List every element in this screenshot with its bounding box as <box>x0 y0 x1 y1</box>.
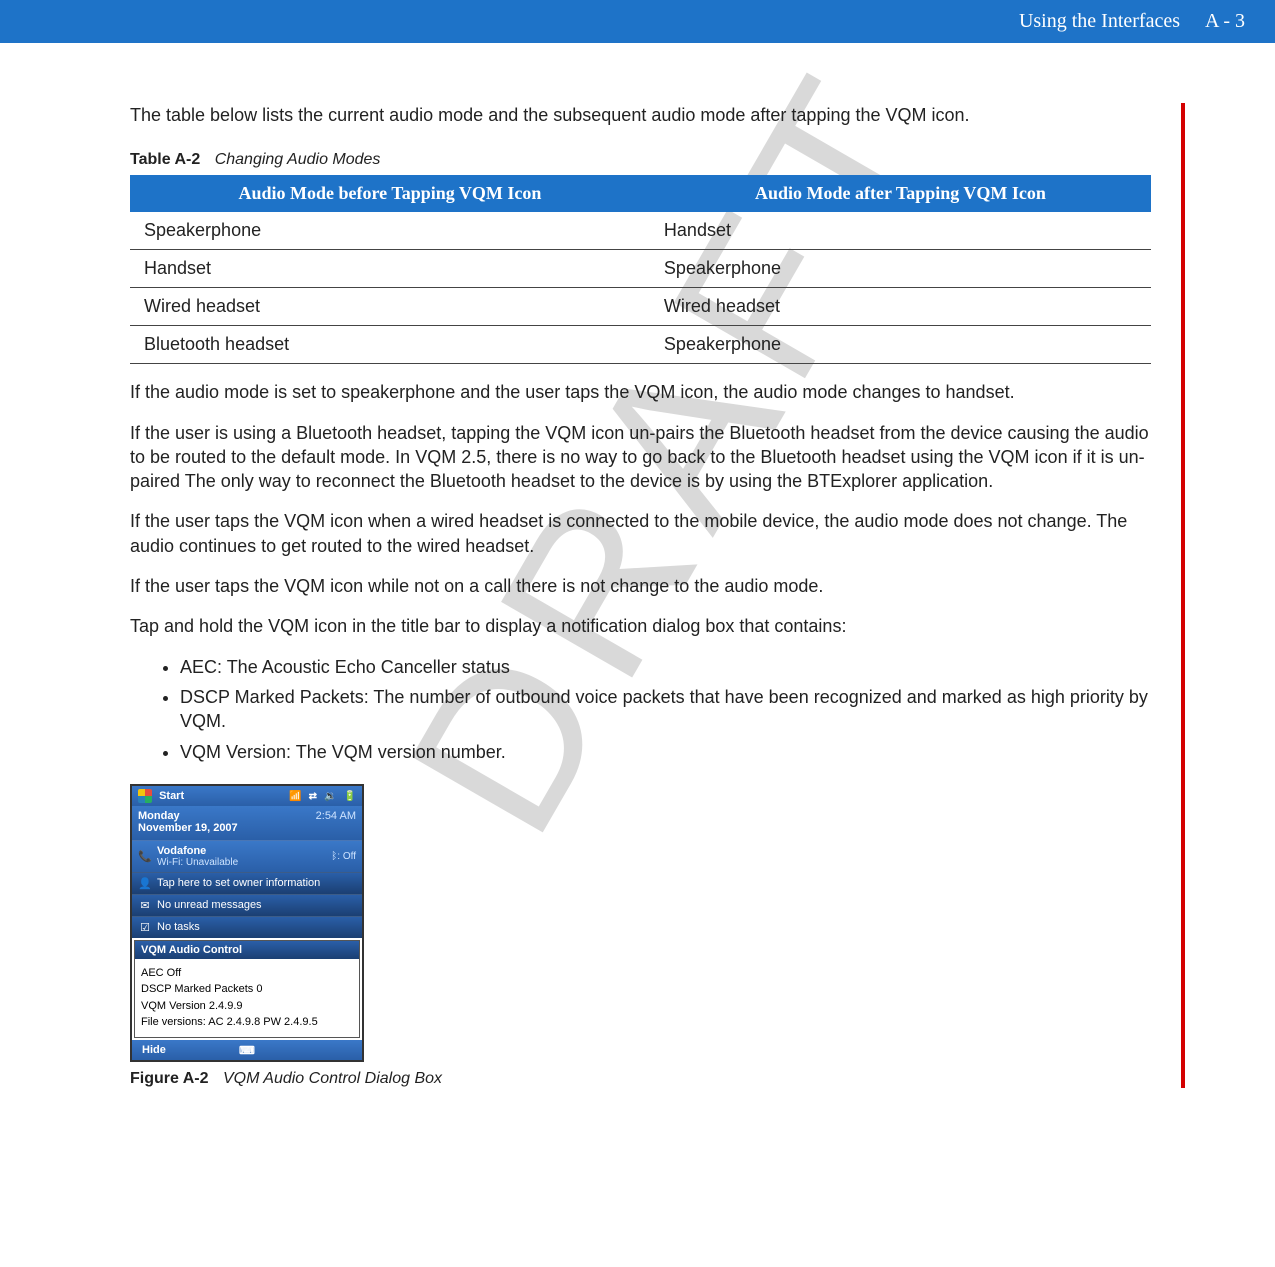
col-header-after: Audio Mode after Tapping VQM Icon <box>650 175 1151 212</box>
dialog-line: VQM Version 2.4.9.9 <box>141 998 353 1015</box>
table-row: Bluetooth headset Speakerphone <box>130 326 1151 364</box>
device-owner-row[interactable]: 👤 Tap here to set owner information <box>132 872 362 894</box>
paragraph: If the user is using a Bluetooth headset… <box>130 421 1151 494</box>
list-item: VQM Version: The VQM version number. <box>180 740 1151 764</box>
signal-icon: 📶 <box>289 791 301 802</box>
dialog-line: DSCP Marked Packets 0 <box>141 981 353 998</box>
bt-status: : Off <box>337 851 356 862</box>
network-icon: ⇄ <box>309 791 317 802</box>
list-item: DSCP Marked Packets: The number of outbo… <box>180 685 1151 734</box>
softkey-hide[interactable]: Hide <box>142 1044 166 1056</box>
vqm-dialog: VQM Audio Control AEC Off DSCP Marked Pa… <box>134 940 360 1038</box>
person-icon: 👤 <box>138 877 152 890</box>
keyboard-icon[interactable]: ⌨ <box>239 1044 255 1057</box>
phone-icon: 📞 <box>138 850 152 863</box>
tasks-text: No tasks <box>157 921 200 933</box>
carrier-name: Vodafone <box>157 845 331 857</box>
intro-paragraph: The table below lists the current audio … <box>130 103 1151 127</box>
page-header: Using the Interfaces A - 3 <box>0 0 1275 43</box>
start-label: Start <box>159 790 184 802</box>
cell-before: Speakerphone <box>130 212 650 250</box>
paragraph: If the user taps the VQM icon when a wir… <box>130 509 1151 558</box>
header-page-number: A - 3 <box>1205 10 1245 32</box>
header-section: Using the Interfaces <box>1019 10 1180 32</box>
device-start-bar[interactable]: Start 📶 ⇄ 🔉 🔋 <box>132 786 362 806</box>
battery-icon: 🔋 <box>344 791 356 802</box>
figure-title: VQM Audio Control Dialog Box <box>223 1070 442 1087</box>
figure-label: Figure A-2 <box>130 1070 209 1087</box>
wifi-status: Wi-Fi: Unavailable <box>157 857 331 868</box>
mail-icon: ✉ <box>138 899 152 912</box>
table-title: Changing Audio Modes <box>215 151 381 168</box>
device-screenshot: Start 📶 ⇄ 🔉 🔋 2:54 AM Monday November 19… <box>130 784 364 1062</box>
device-carrier-row[interactable]: 📞 Vodafone Wi-Fi: Unavailable ᛒ : Off <box>132 840 362 872</box>
dialog-line: AEC Off <box>141 965 353 982</box>
messages-text: No unread messages <box>157 899 262 911</box>
bullet-list: AEC: The Acoustic Echo Canceller status … <box>130 655 1151 764</box>
tasks-icon: ☑ <box>138 921 152 934</box>
paragraph: If the user taps the VQM icon while not … <box>130 574 1151 598</box>
status-icons: 📶 ⇄ 🔉 🔋 <box>285 790 356 802</box>
device-softkey-bar: Hide ⌨ <box>132 1040 362 1060</box>
table-row: Wired headset Wired headset <box>130 288 1151 326</box>
dialog-title: VQM Audio Control <box>135 941 359 959</box>
cell-after: Speakerphone <box>650 326 1151 364</box>
cell-before: Bluetooth headset <box>130 326 650 364</box>
figure-caption: Figure A-2 VQM Audio Control Dialog Box <box>130 1070 1151 1088</box>
volume-icon: 🔉 <box>324 791 336 802</box>
device-time: 2:54 AM <box>316 810 356 822</box>
table-row: Handset Speakerphone <box>130 250 1151 288</box>
col-header-before: Audio Mode before Tapping VQM Icon <box>130 175 650 212</box>
windows-start-icon <box>138 789 152 803</box>
list-item: AEC: The Acoustic Echo Canceller status <box>180 655 1151 679</box>
cell-after: Handset <box>650 212 1151 250</box>
device-date-row[interactable]: 2:54 AM Monday November 19, 2007 <box>132 806 362 840</box>
paragraph: If the audio mode is set to speakerphone… <box>130 380 1151 404</box>
device-messages-row[interactable]: ✉ No unread messages <box>132 894 362 916</box>
paragraph: Tap and hold the VQM icon in the title b… <box>130 614 1151 638</box>
cell-before: Wired headset <box>130 288 650 326</box>
dialog-line: File versions: AC 2.4.9.8 PW 2.4.9.5 <box>141 1014 353 1031</box>
cell-after: Speakerphone <box>650 250 1151 288</box>
cell-before: Handset <box>130 250 650 288</box>
content: DRAFT The table below lists the current … <box>130 103 1185 1088</box>
table-row: Speakerphone Handset <box>130 212 1151 250</box>
table-label: Table A-2 <box>130 151 200 168</box>
device-date: November 19, 2007 <box>138 822 356 834</box>
table-caption: Table A-2 Changing Audio Modes <box>130 151 1151 169</box>
owner-text: Tap here to set owner information <box>157 877 320 889</box>
device-tasks-row[interactable]: ☑ No tasks <box>132 916 362 938</box>
cell-after: Wired headset <box>650 288 1151 326</box>
audio-modes-table: Audio Mode before Tapping VQM Icon Audio… <box>130 175 1151 364</box>
